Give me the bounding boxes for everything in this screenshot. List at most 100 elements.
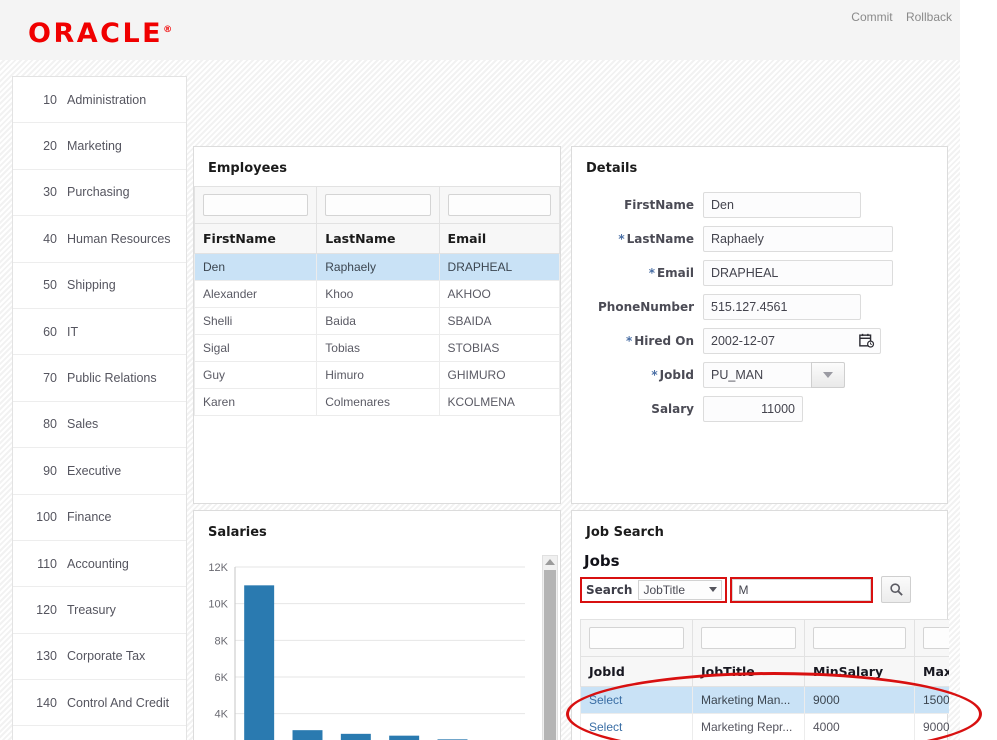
lastname-label: * LastName xyxy=(572,232,703,246)
salary-field[interactable] xyxy=(703,396,803,422)
column-header[interactable]: Max xyxy=(914,656,949,687)
sidebar-item-department[interactable]: 60 IT xyxy=(13,309,186,356)
sidebar-item-department[interactable]: 90 Executive xyxy=(13,448,186,495)
sidebar-item-department[interactable]: 30 Purchasing xyxy=(13,170,186,217)
sidebar-item-department[interactable]: 140 Control And Credit xyxy=(13,680,186,727)
job-search-panel: Job Search Jobs Search JobTitle M JobId … xyxy=(571,510,949,740)
sidebar-item-department[interactable]: 50 Shipping xyxy=(13,263,186,309)
table-cell: Shelli xyxy=(193,307,318,335)
employees-table[interactable]: FirstName LastName Email Den Raphaely DRAPHE… xyxy=(193,186,561,416)
scroll-up-icon[interactable] xyxy=(545,559,555,565)
table-row[interactable]: Karen Colmenares KCOLMENA xyxy=(193,388,561,416)
department-id: 30 xyxy=(43,185,57,200)
department-name: Human Resources xyxy=(67,231,171,246)
hired-on-label: * Hired On xyxy=(572,334,703,348)
firstname-field[interactable] xyxy=(703,192,861,218)
hired-on-field[interactable] xyxy=(703,328,881,354)
email-label: * Email xyxy=(572,266,703,280)
sidebar-item-department[interactable]: 10 Administration xyxy=(13,77,186,124)
jobs-filter-input[interactable] xyxy=(589,627,684,649)
sidebar-item-department[interactable]: 100 Finance xyxy=(13,495,186,541)
department-id: 40 xyxy=(43,231,57,246)
select-link[interactable]: Select xyxy=(589,693,622,707)
filter-cell xyxy=(580,619,693,657)
employees-filter-input[interactable] xyxy=(203,194,309,216)
field-row-hired-on: * Hired On xyxy=(572,328,947,354)
jobid-field[interactable] xyxy=(703,362,811,388)
registered-mark: ® xyxy=(163,25,173,35)
search-input[interactable] xyxy=(732,578,872,601)
phonenumber-field[interactable] xyxy=(703,294,861,320)
column-header[interactable]: Email xyxy=(438,223,561,254)
column-header[interactable]: JobId xyxy=(580,656,693,687)
select-link[interactable]: Select xyxy=(589,720,622,734)
search-field-select[interactable]: JobTitle xyxy=(638,579,723,600)
select-link-cell[interactable]: Select xyxy=(580,713,693,740)
filter-cell xyxy=(804,619,915,657)
sidebar-item-department[interactable]: 70 Public Relations xyxy=(13,355,186,402)
sidebar-item-department[interactable]: 80 Sales xyxy=(13,402,186,449)
department-id: 120 xyxy=(36,602,57,617)
y-axis-tick-label: 6K xyxy=(215,672,229,684)
select-link-cell[interactable]: Select xyxy=(580,686,693,714)
jobs-filter-input[interactable] xyxy=(923,627,949,649)
sidebar-item-department[interactable]: 40 Human Resources xyxy=(13,216,186,263)
employees-header-row: FirstName LastName Email xyxy=(193,223,561,254)
column-header[interactable]: JobTitle xyxy=(692,656,805,687)
employees-filter-input[interactable] xyxy=(325,194,431,216)
scroll-thumb[interactable] xyxy=(544,570,556,740)
hired-on-label-text: Hired On xyxy=(634,334,694,348)
chart-vertical-scrollbar[interactable] xyxy=(542,555,558,740)
sidebar-item-department[interactable]: 130 Corporate Tax xyxy=(13,634,186,681)
sidebar-item-department[interactable]: 20 Marketing xyxy=(13,123,186,170)
table-row[interactable]: Alexander Khoo AKHOO xyxy=(193,280,561,308)
required-asterisk: * xyxy=(618,232,625,246)
table-cell: Marketing Repr... xyxy=(692,713,805,740)
required-asterisk: * xyxy=(625,334,633,348)
sidebar-item-department[interactable]: 110 Accounting xyxy=(13,541,186,588)
table-row[interactable]: Sigal Tobias STOBIAS xyxy=(193,334,561,362)
table-row[interactable]: Den Raphaely DRAPHEAL xyxy=(193,253,561,281)
table-cell: Tobias xyxy=(316,334,440,362)
department-name: Accounting xyxy=(67,556,129,571)
lastname-field[interactable] xyxy=(703,226,893,252)
table-cell: 1500 xyxy=(914,686,949,714)
calendar-icon[interactable] xyxy=(859,332,875,349)
jobid-label-text: JobId xyxy=(659,368,694,382)
employees-filter-input[interactable] xyxy=(447,194,551,216)
table-cell: Sigal xyxy=(193,334,318,362)
column-header[interactable]: LastName xyxy=(316,223,440,254)
table-cell: Colmenares xyxy=(316,388,440,416)
search-field-annotation: Search JobTitle xyxy=(580,576,728,603)
chart-bar[interactable] xyxy=(244,585,275,740)
column-header[interactable]: MinSalary xyxy=(804,656,915,687)
table-cell: Raphaely xyxy=(316,253,440,281)
chart-bar[interactable] xyxy=(292,730,323,740)
commit-link[interactable]: Commit xyxy=(851,10,892,24)
jobid-dropdown-button[interactable] xyxy=(811,362,845,388)
jobs-filter-input[interactable] xyxy=(701,627,796,649)
salaries-panel-title: Salaries xyxy=(208,525,267,540)
table-cell: 4000 xyxy=(804,713,915,740)
table-row[interactable]: Select Marketing Man... 9000 1500 xyxy=(580,686,949,714)
department-id: 70 xyxy=(43,371,57,386)
jobs-filter-input[interactable] xyxy=(813,627,906,649)
chart-bar[interactable] xyxy=(389,735,420,740)
field-row-phone: PhoneNumber xyxy=(572,294,947,320)
table-cell: 9000 xyxy=(914,713,949,740)
table-row[interactable]: Shelli Baida SBAIDA xyxy=(193,307,561,335)
table-row[interactable]: Guy Himuro GHIMURO xyxy=(193,361,561,389)
jobs-table[interactable]: JobId JobTitle MinSalary Max Select Marketin… xyxy=(580,619,949,740)
department-id: 80 xyxy=(43,417,57,432)
departments-list[interactable]: 10 Administration 20 Marketing 30 Purchasing 4… xyxy=(12,76,187,740)
rollback-link[interactable]: Rollback xyxy=(906,10,952,24)
sidebar-item-department[interactable]: 120 Treasury xyxy=(13,587,186,634)
table-row[interactable]: Select Marketing Repr... 4000 9000 xyxy=(580,713,949,740)
search-button[interactable] xyxy=(881,576,912,603)
column-header[interactable]: FirstName xyxy=(193,223,318,254)
department-name: Finance xyxy=(67,510,112,525)
department-name: Public Relations xyxy=(67,371,157,386)
chart-bar[interactable] xyxy=(340,733,371,740)
email-field[interactable] xyxy=(703,260,893,286)
y-axis-tick-label: 12K xyxy=(208,562,228,574)
